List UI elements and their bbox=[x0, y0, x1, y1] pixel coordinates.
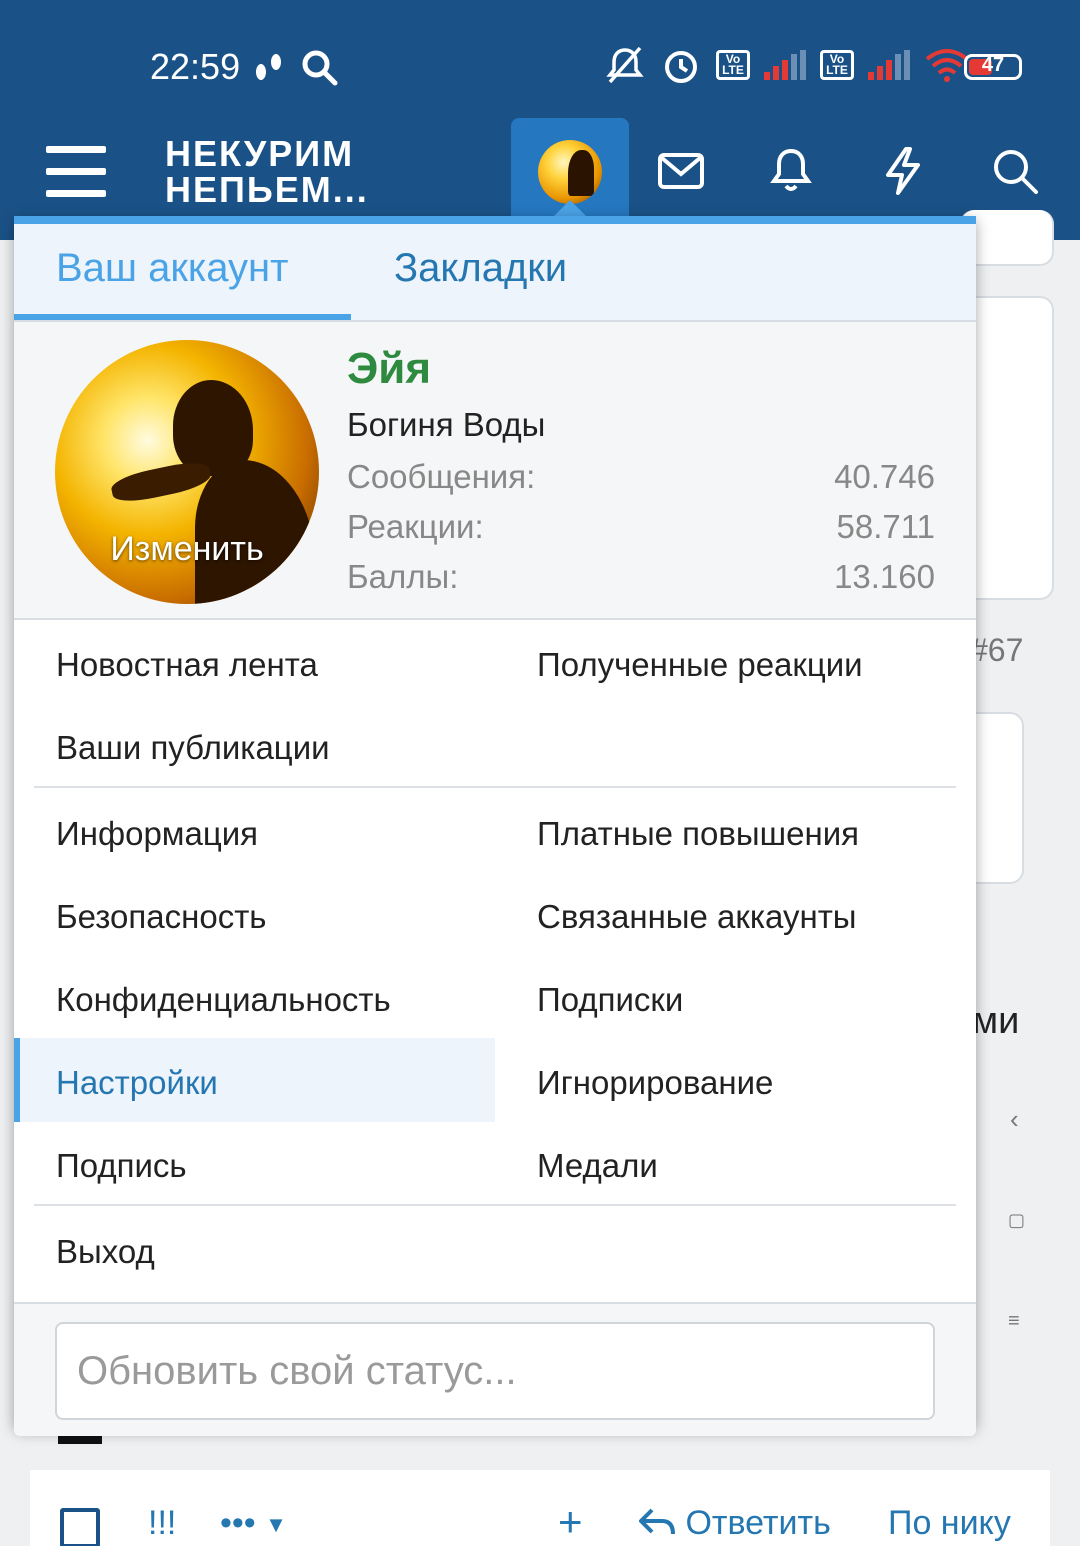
logo-line-2: НЕПЬЕМ... bbox=[165, 169, 369, 210]
bg-partial-text: ми bbox=[972, 1000, 1020, 1042]
menu-divider bbox=[34, 786, 956, 788]
menu-item-info[interactable]: Информация bbox=[56, 815, 258, 853]
status-update-area bbox=[14, 1302, 976, 1436]
avatar bbox=[538, 140, 602, 204]
active-tab-indicator bbox=[14, 314, 351, 320]
menu-divider bbox=[34, 1204, 956, 1206]
alarm-icon bbox=[665, 51, 697, 83]
signal-icon-2 bbox=[868, 50, 910, 80]
menu-item-received-reactions[interactable]: Полученные реакции bbox=[537, 646, 863, 684]
status-time: 22:59 bbox=[150, 46, 241, 87]
caret-down-icon: ▼ bbox=[265, 1512, 287, 1538]
stat-value: 58.711 bbox=[836, 508, 935, 545]
stat-value: 40.746 bbox=[834, 458, 935, 495]
post-toolbar: !!! ••• ▼ + Ответить По нику bbox=[30, 1470, 1050, 1546]
bell-muted-icon bbox=[606, 46, 644, 84]
more-button[interactable]: ••• ▼ bbox=[220, 1504, 287, 1543]
more-dots: ••• bbox=[220, 1504, 256, 1542]
menu-item-medals[interactable]: Медали bbox=[537, 1147, 658, 1185]
stat-messages[interactable]: Сообщения: 40.746 bbox=[347, 458, 935, 496]
menu-item-security[interactable]: Безопасность bbox=[56, 898, 267, 936]
stat-value: 13.160 bbox=[834, 558, 935, 595]
square-icon[interactable]: ▢ bbox=[1008, 1210, 1025, 1231]
reply-button[interactable]: Ответить bbox=[638, 1504, 831, 1543]
menu-tabs: Ваш аккаунт Закладки bbox=[14, 224, 976, 322]
mail-icon[interactable] bbox=[656, 146, 706, 196]
menu-item-settings[interactable]: Настройки bbox=[56, 1064, 218, 1102]
search-icon[interactable] bbox=[990, 146, 1040, 196]
status-icons: Vo LTE Vo LTE bbox=[604, 44, 970, 86]
reply-label: Ответить bbox=[685, 1504, 831, 1542]
volte-icon-2: Vo LTE bbox=[820, 50, 854, 80]
select-checkbox[interactable] bbox=[60, 1508, 100, 1546]
stat-reactions[interactable]: Реакции: 58.711 bbox=[347, 508, 935, 546]
plus-icon[interactable]: + bbox=[558, 1498, 583, 1546]
logo-line-1: НЕКУРИМ bbox=[165, 133, 355, 174]
menu-item-paid-upgrades[interactable]: Платные повышения bbox=[537, 815, 859, 853]
menu-item-logout[interactable]: Выход bbox=[56, 1233, 155, 1271]
user-title: Богиня Воды bbox=[347, 406, 546, 443]
profile-avatar[interactable]: Изменить bbox=[55, 340, 319, 604]
menu-item-subscriptions[interactable]: Подписки bbox=[537, 981, 683, 1019]
stat-label: Сообщения: bbox=[347, 458, 536, 495]
reply-icon bbox=[639, 1508, 675, 1535]
menu-item-your-posts[interactable]: Ваши публикации bbox=[56, 729, 330, 767]
lines-icon[interactable]: ≡ bbox=[1008, 1310, 1020, 1333]
top-bar: 22:59 Vo LTE Vo LTE 47 НЕКУРИМ НЕПЬЕМ... bbox=[0, 0, 1080, 240]
site-logo[interactable]: НЕКУРИМ НЕПЬЕМ... bbox=[165, 136, 369, 208]
menu-item-connected-accounts[interactable]: Связанные аккаунты bbox=[537, 898, 857, 936]
menu-item-signature[interactable]: Подпись bbox=[56, 1147, 187, 1185]
bolt-icon[interactable] bbox=[878, 146, 928, 196]
bell-icon[interactable] bbox=[766, 146, 816, 196]
chevron-left-icon[interactable]: ‹ bbox=[1010, 1104, 1019, 1135]
battery-icon: 47 bbox=[964, 54, 1022, 80]
stat-label: Баллы: bbox=[347, 558, 459, 595]
avatar-edit-link[interactable]: Изменить bbox=[55, 530, 319, 569]
report-button[interactable]: !!! bbox=[148, 1504, 176, 1543]
footsteps-icon bbox=[256, 54, 281, 80]
menu-icon[interactable] bbox=[46, 146, 106, 198]
menu-item-ignoring[interactable]: Игнорирование bbox=[537, 1064, 773, 1102]
tab-your-account[interactable]: Ваш аккаунт bbox=[56, 246, 288, 291]
search-status-icon bbox=[302, 50, 338, 86]
by-nick-button[interactable]: По нику bbox=[888, 1504, 1011, 1543]
stat-label: Реакции: bbox=[347, 508, 484, 545]
status-input[interactable] bbox=[55, 1322, 935, 1420]
signal-icon bbox=[764, 50, 806, 80]
post-number[interactable]: #67 bbox=[970, 632, 1023, 669]
stat-points[interactable]: Баллы: 13.160 bbox=[347, 558, 935, 596]
battery-level: 47 bbox=[981, 54, 1005, 76]
account-menu: Ваш аккаунт Закладки Изменить Эйя Богиня… bbox=[14, 216, 976, 1436]
menu-item-privacy[interactable]: Конфиденциальность bbox=[56, 981, 391, 1019]
tab-bookmarks[interactable]: Закладки bbox=[394, 246, 567, 291]
volte-icon: Vo LTE bbox=[716, 50, 750, 80]
profile-section: Изменить Эйя Богиня Воды Сообщения: 40.7… bbox=[14, 322, 976, 620]
username[interactable]: Эйя bbox=[347, 344, 431, 394]
menu-item-news-feed[interactable]: Новостная лента bbox=[56, 646, 318, 684]
